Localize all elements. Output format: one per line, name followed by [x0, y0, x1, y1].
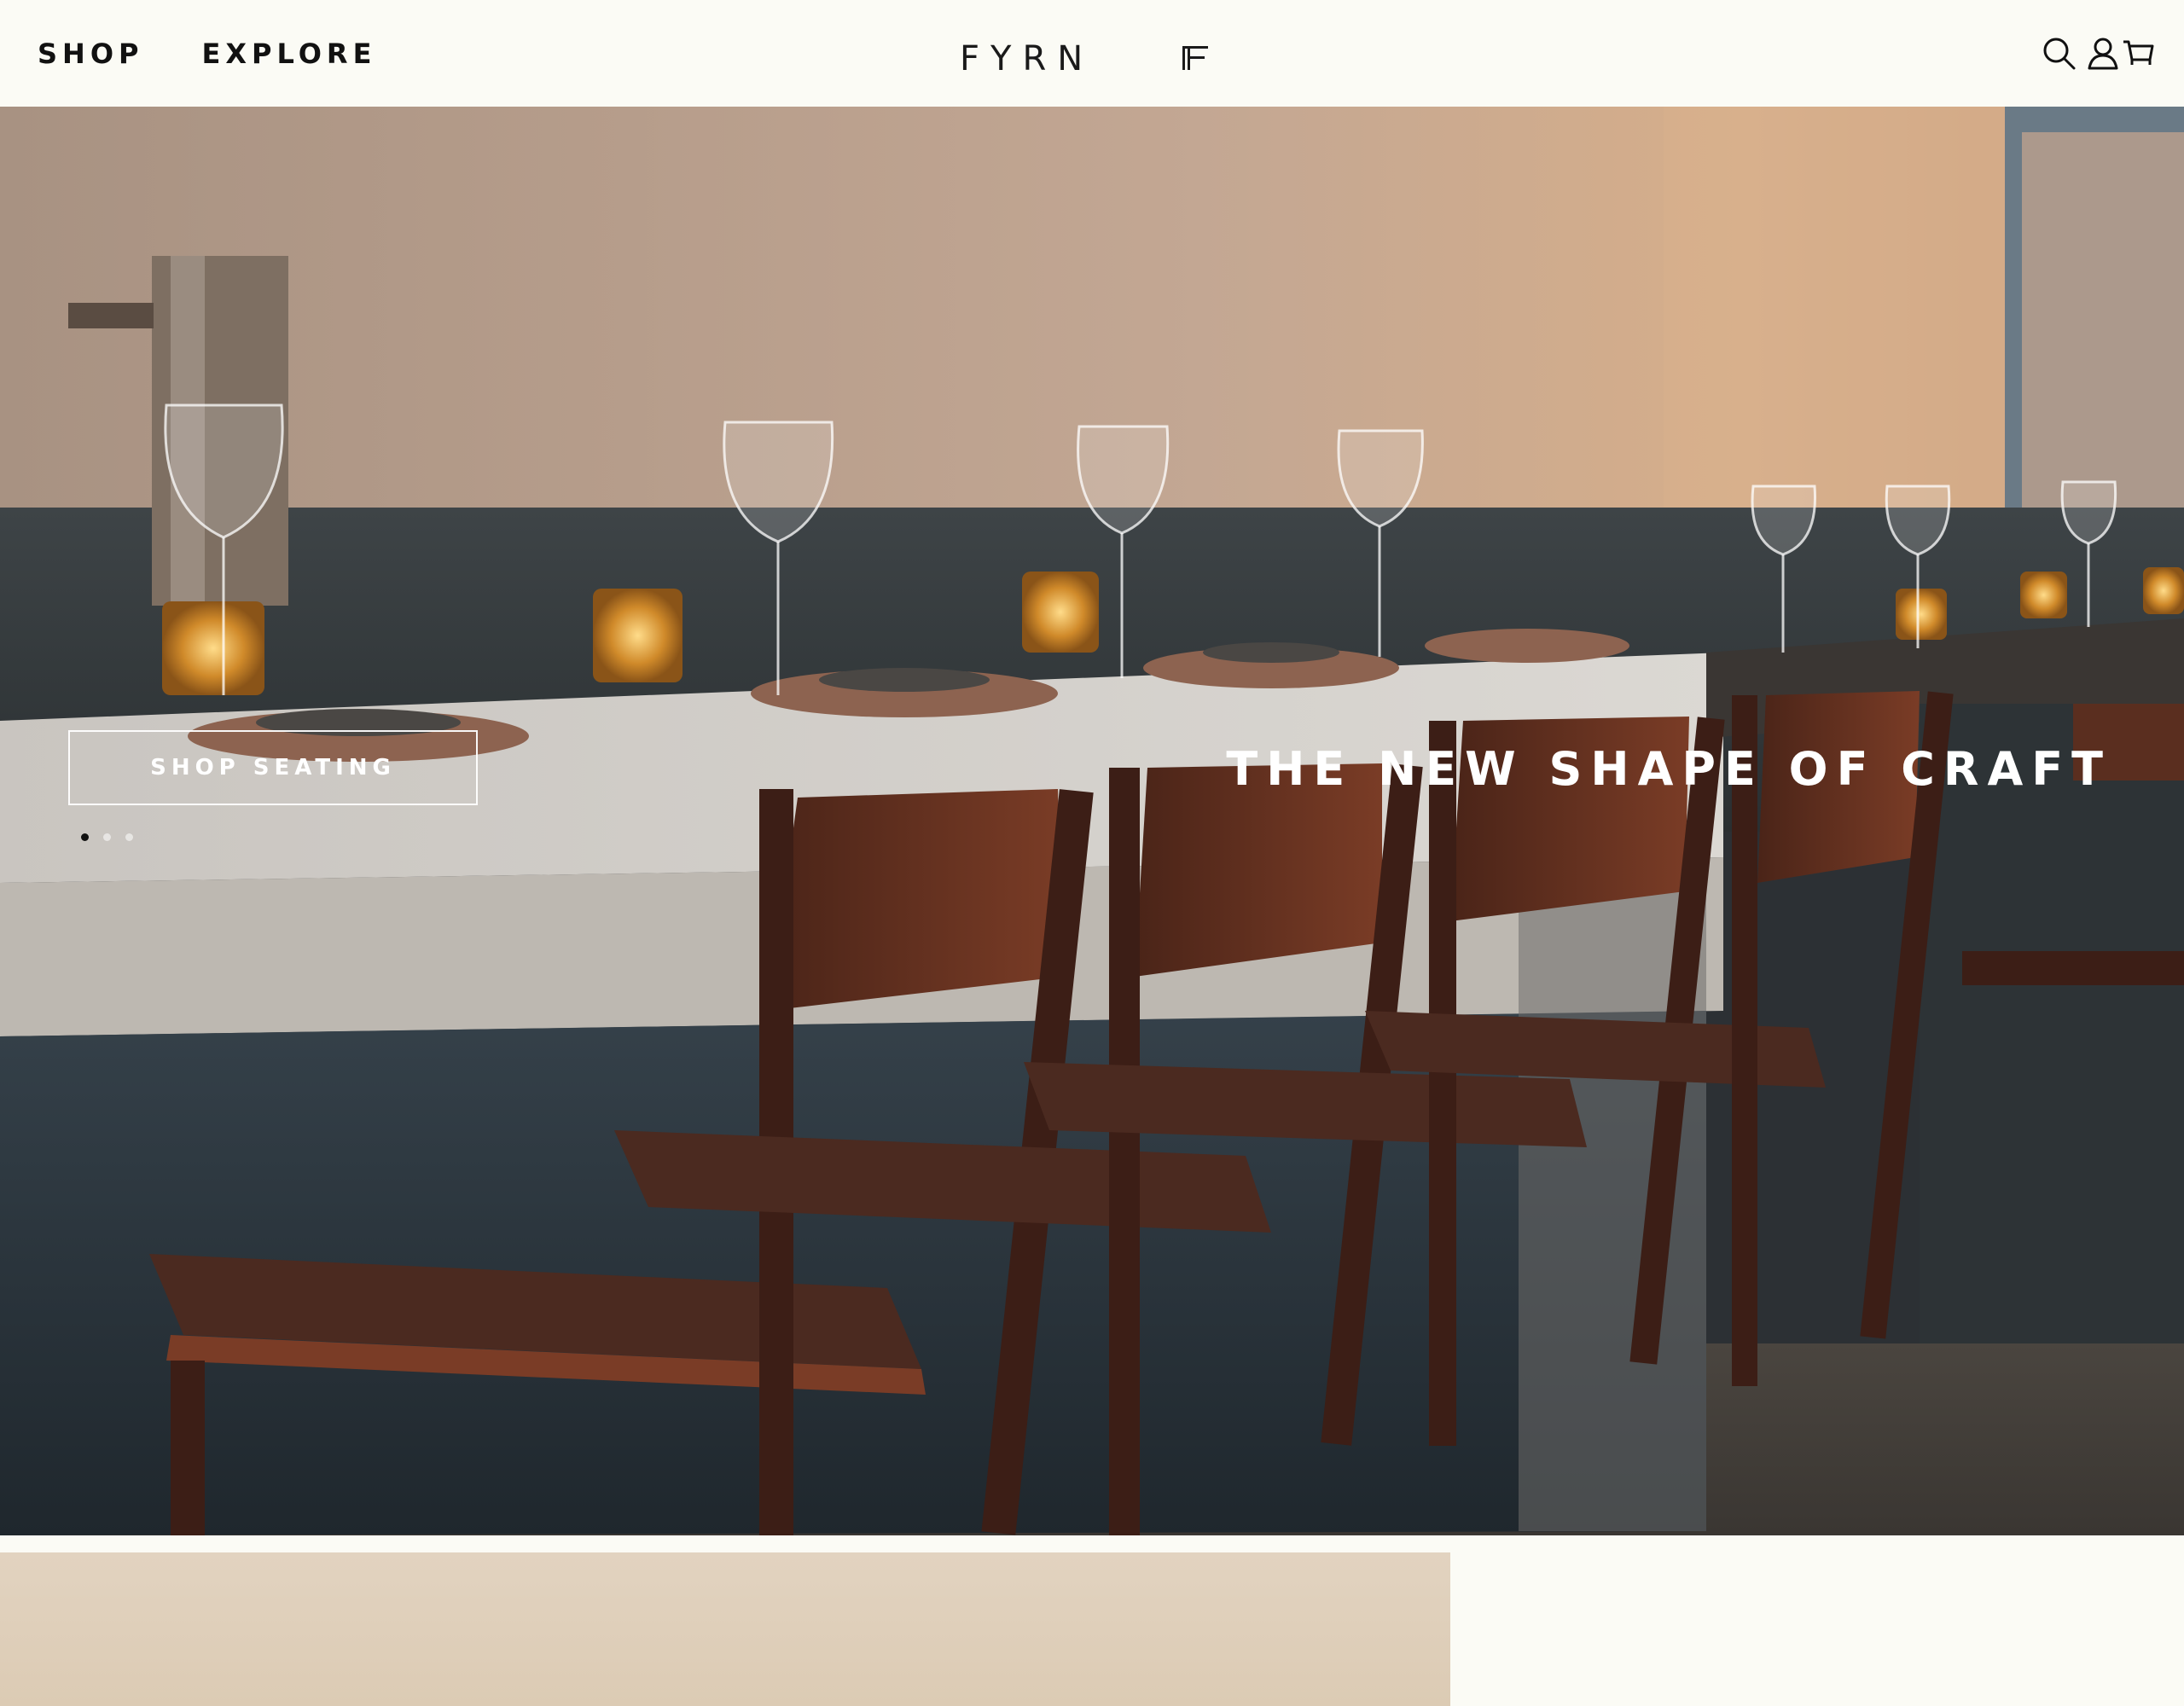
shop-seating-button[interactable]: SHOP SEATING — [68, 730, 478, 805]
search-icon[interactable] — [2040, 34, 2079, 73]
site-header: SHOP EXPLORE FYRN — [0, 0, 2184, 107]
slide-dot-2[interactable] — [103, 833, 111, 841]
featured-section — [0, 1535, 2184, 1706]
nav-explore-link[interactable]: EXPLORE — [201, 38, 376, 70]
cart-icon[interactable] — [2119, 34, 2158, 73]
slide-pagination — [81, 833, 133, 841]
featured-image — [0, 1552, 1450, 1706]
account-icon[interactable] — [2083, 34, 2123, 73]
main-nav: SHOP EXPLORE — [38, 38, 376, 70]
slide-dot-3[interactable] — [125, 833, 133, 841]
hero-tagline: THE NEW SHAPE OF CRAFT — [1226, 742, 2111, 796]
hero-banner: SHOP SEATING THE NEW SHAPE OF CRAFT — [0, 107, 2184, 1535]
hero-image — [0, 107, 2184, 1535]
nav-shop-link[interactable]: SHOP — [38, 38, 143, 70]
brand-monogram-icon — [1182, 46, 1208, 70]
shop-seating-label: SHOP SEATING — [150, 755, 396, 780]
slide-dot-1[interactable] — [81, 833, 89, 841]
brand-logo[interactable]: FYRN — [960, 39, 1094, 78]
